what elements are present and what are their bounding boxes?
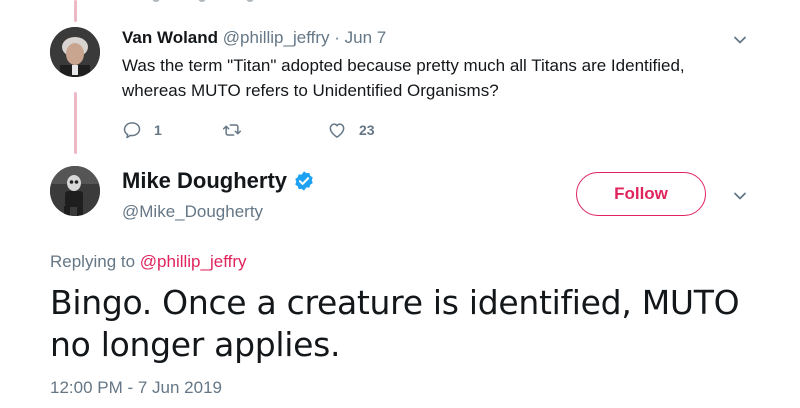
thread-connector bbox=[74, 92, 77, 154]
reply-date[interactable]: Jun 7 bbox=[345, 28, 387, 47]
follow-button[interactable]: Follow bbox=[576, 172, 706, 216]
thread-connector-top bbox=[74, 0, 77, 22]
tweet-text: Bingo. Once a creature is identified, MU… bbox=[50, 283, 740, 364]
avatar[interactable] bbox=[50, 27, 100, 77]
chevron-down-icon[interactable] bbox=[733, 33, 747, 47]
reply-text: Was the term "Titan" adopted because pre… bbox=[122, 56, 685, 100]
retweet-button[interactable] bbox=[222, 118, 254, 142]
reply-author-name[interactable]: Van Woland bbox=[122, 28, 218, 47]
previous-tweet-actions-fragment bbox=[150, 0, 270, 4]
meta-separator: · bbox=[329, 28, 345, 47]
like-count: 23 bbox=[359, 122, 375, 138]
verified-badge-icon bbox=[293, 170, 315, 192]
reply-count: 1 bbox=[154, 122, 162, 138]
avatar[interactable] bbox=[50, 166, 100, 216]
like-button[interactable]: 23 bbox=[327, 118, 375, 142]
reply-icon bbox=[122, 120, 142, 140]
author-handle[interactable]: @Mike_Dougherty bbox=[122, 202, 263, 222]
like-icon bbox=[327, 120, 347, 140]
reply-button[interactable]: 1 bbox=[122, 118, 162, 142]
tweet-timestamp[interactable]: 12:00 PM - 7 Jun 2019 bbox=[50, 378, 222, 398]
replying-to: Replying to @phillip_jeffry bbox=[50, 252, 247, 272]
retweet-icon bbox=[222, 120, 242, 140]
replying-to-handle-link[interactable]: @phillip_jeffry bbox=[140, 252, 247, 271]
author-name[interactable]: Mike Dougherty bbox=[122, 168, 315, 194]
chevron-down-icon[interactable] bbox=[733, 189, 747, 203]
replying-to-label: Replying to bbox=[50, 252, 140, 271]
reply-author-handle[interactable]: @phillip_jeffry bbox=[223, 28, 330, 47]
author-display-name[interactable]: Mike Dougherty bbox=[122, 168, 287, 194]
reply-header: Van Woland @phillip_jeffry · Jun 7 bbox=[122, 28, 386, 48]
